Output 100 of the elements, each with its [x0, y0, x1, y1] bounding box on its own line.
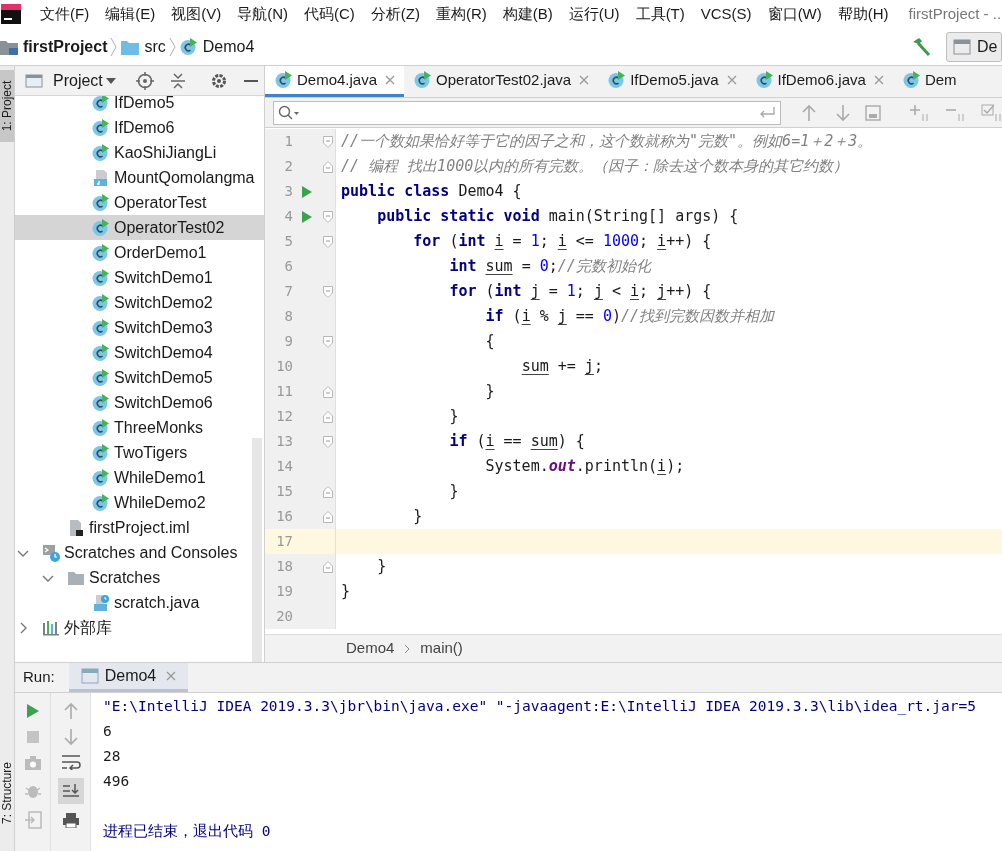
side-tab[interactable]: 1: Project: [0, 70, 14, 142]
menu-item[interactable]: 分析(Z): [362, 0, 428, 28]
tree-item[interactable]: ThreeMonks: [15, 415, 264, 440]
fold-marker-icon[interactable]: [323, 160, 333, 173]
menu-item[interactable]: 运行(U): [560, 0, 628, 28]
menu-item[interactable]: 窗口(W): [759, 0, 830, 28]
tree-item[interactable]: scratch.java: [15, 590, 264, 615]
tree-item[interactable]: WhileDemo2: [15, 490, 264, 515]
close-icon[interactable]: [873, 75, 884, 85]
search-field[interactable]: [273, 100, 781, 125]
tree-item[interactable]: SwitchDemo5: [15, 365, 264, 390]
collapse-icon[interactable]: [169, 71, 186, 90]
fold-marker-icon[interactable]: [323, 485, 333, 498]
tree-item[interactable]: OperatorTest02: [15, 215, 264, 240]
import-icon[interactable]: [23, 811, 42, 829]
tree-item[interactable]: KaoShiJiangLi: [15, 140, 264, 165]
tree-item[interactable]: TwoTigers: [15, 440, 264, 465]
arrow-down-icon[interactable]: [835, 103, 851, 122]
fold-marker-icon[interactable]: [323, 210, 333, 223]
select-occurrences-icon[interactable]: [981, 103, 1002, 122]
close-icon[interactable]: [579, 75, 590, 85]
tree-item[interactable]: MountQomolangma: [15, 165, 264, 190]
tree-item[interactable]: Scratches and Consoles: [15, 540, 264, 565]
line-number: 10: [275, 357, 293, 376]
class-icon: [92, 493, 110, 512]
tree-item[interactable]: firstProject.iml: [15, 515, 264, 540]
fold-marker-icon[interactable]: [323, 335, 333, 348]
menu-item[interactable]: 编辑(E): [97, 0, 164, 28]
code-line: }: [412, 506, 423, 527]
add-occurrence-icon[interactable]: [909, 103, 931, 122]
menu-item[interactable]: 导航(N): [229, 0, 296, 28]
run-icon[interactable]: [301, 209, 313, 224]
tree-item[interactable]: OrderDemo1: [15, 240, 264, 265]
breadcrumb-item[interactable]: Demo4: [346, 637, 395, 660]
breadcrumb-item[interactable]: firstProject: [0, 33, 108, 60]
window-icon: [25, 72, 43, 89]
settings-icon[interactable]: [209, 71, 228, 90]
arrow-up-icon[interactable]: [62, 702, 79, 720]
soft-wrap-icon[interactable]: [60, 754, 81, 770]
class-icon: [179, 37, 198, 56]
close-icon[interactable]: [166, 671, 177, 681]
code-line: }: [376, 556, 387, 577]
breadcrumb-item[interactable]: Demo4: [179, 33, 255, 60]
tree-item[interactable]: SwitchDemo6: [15, 390, 264, 415]
tree-item[interactable]: SwitchDemo4: [15, 340, 264, 365]
arrow-up-icon[interactable]: [801, 103, 817, 122]
menu-item[interactable]: VCS(S): [692, 0, 760, 28]
class-icon: [92, 418, 110, 437]
close-icon[interactable]: [726, 75, 737, 85]
print-icon[interactable]: [61, 812, 80, 828]
folder-icon: [121, 38, 140, 55]
scrollbar[interactable]: [252, 438, 262, 662]
tree-item[interactable]: Scratches: [15, 565, 264, 590]
run-icon[interactable]: [301, 184, 313, 199]
console-icon: [953, 38, 971, 55]
scroll-to-end-button[interactable]: [57, 778, 84, 804]
menu-item[interactable]: 帮助(H): [829, 0, 897, 28]
editor-tab[interactable]: Demo4.java: [265, 66, 405, 97]
fold-marker-icon[interactable]: [323, 560, 333, 573]
run-icon[interactable]: [25, 703, 40, 719]
fold-marker-icon[interactable]: [323, 385, 333, 398]
menu-item[interactable]: 工具(T): [627, 0, 693, 28]
editor-tab[interactable]: OperatorTest02.java: [404, 66, 599, 97]
chevron-icon: [110, 36, 119, 57]
target-icon[interactable]: [135, 71, 154, 90]
tree-item[interactable]: SwitchDemo3: [15, 315, 264, 340]
fold-marker-icon[interactable]: [323, 135, 333, 148]
tree-item[interactable]: OperatorTest: [15, 190, 264, 215]
menu-item[interactable]: 重构(R): [427, 0, 495, 28]
menu-item[interactable]: 构建(B): [494, 0, 561, 28]
editor-tab[interactable]: IfDemo6.java: [745, 66, 893, 97]
breadcrumb-item[interactable]: main(): [420, 637, 463, 660]
camera-icon[interactable]: [23, 755, 42, 771]
menu-item[interactable]: 视图(V): [163, 0, 230, 28]
tree-item[interactable]: SwitchDemo1: [15, 265, 264, 290]
run-tab[interactable]: Demo4: [68, 663, 189, 692]
fold-marker-icon[interactable]: [323, 435, 333, 448]
line-number: 13: [275, 432, 293, 451]
fold-marker-icon[interactable]: [323, 510, 333, 523]
tree-item[interactable]: WhileDemo1: [15, 465, 264, 490]
close-icon[interactable]: [385, 75, 396, 85]
select-all-icon[interactable]: [865, 104, 881, 121]
tree-item[interactable]: SwitchDemo2: [15, 290, 264, 315]
editor-tab[interactable]: Dem: [892, 66, 966, 97]
tree-item[interactable]: 外部库: [15, 615, 264, 640]
class-icon: [902, 71, 921, 89]
tree-item[interactable]: IfDemo6: [15, 115, 264, 140]
run-configuration-dropdown[interactable]: De: [946, 31, 1002, 62]
menu-item[interactable]: 代码(C): [296, 0, 363, 28]
arrow-down-icon[interactable]: [62, 728, 79, 746]
stop-icon[interactable]: [25, 730, 40, 744]
class-icon: [92, 393, 110, 412]
line-number: 5: [283, 232, 293, 251]
fold-marker-icon[interactable]: [323, 410, 333, 423]
menu-item[interactable]: 文件(F): [32, 0, 98, 28]
fold-marker-icon[interactable]: [323, 235, 333, 248]
editor-tab[interactable]: IfDemo5.java: [598, 66, 746, 97]
breadcrumb-item[interactable]: src: [121, 33, 166, 60]
side-tab[interactable]: 7: Structure: [0, 757, 14, 829]
fold-marker-icon[interactable]: [323, 285, 333, 298]
